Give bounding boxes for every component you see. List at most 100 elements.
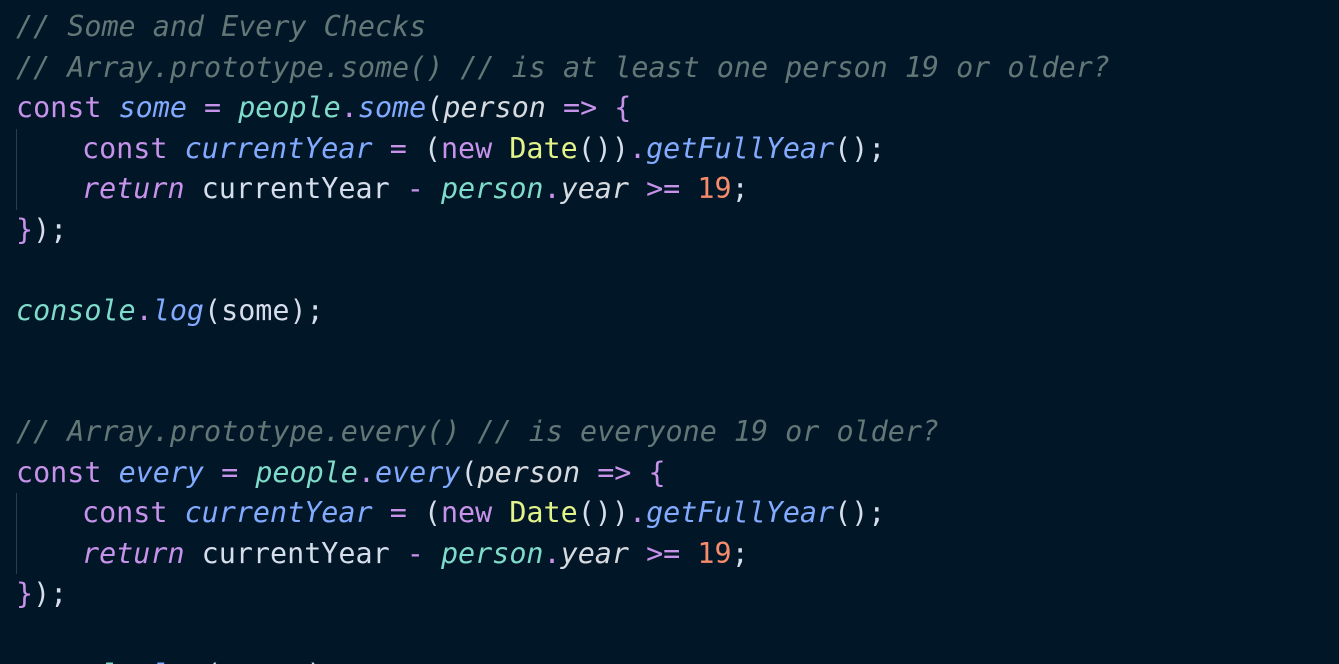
code-token: // Array.prototype.every() // is everyon… (16, 415, 940, 448)
code-token: = (221, 455, 239, 489)
code-token: (); (834, 496, 886, 529)
code-token: => (597, 455, 632, 489)
code-token: const (82, 496, 168, 529)
code-token: every (118, 455, 205, 489)
code-token: person (440, 536, 544, 570)
code-token: . (357, 455, 375, 489)
code-token: ); (289, 293, 324, 327)
code-token: currentYear (201, 536, 390, 570)
code-token: = (389, 131, 407, 165)
code-token: Date (509, 496, 578, 529)
code-line[interactable]: ​ (0, 615, 1339, 656)
indent-guide (16, 493, 82, 534)
code-line[interactable]: // Array.prototype.every() // is everyon… (0, 412, 1339, 453)
code-token: ( (426, 91, 444, 124)
code-token: return (82, 536, 185, 570)
code-token: - (406, 536, 424, 570)
code-line[interactable]: console.log(some); (0, 291, 1339, 332)
code-token: { (648, 455, 666, 489)
code-token: ( (204, 293, 222, 327)
code-token: // Array.prototype.some() // is at least… (16, 50, 1110, 84)
code-token: (); (834, 131, 886, 165)
code-line[interactable]: const some = people.some(person => { (0, 88, 1339, 129)
code-token: . (543, 536, 561, 570)
code-line[interactable]: return currentYear - person.year >= 19; (0, 169, 1339, 210)
code-token: - (406, 172, 424, 205)
code-token: ); (33, 212, 68, 246)
code-token: person (477, 455, 581, 489)
code-line[interactable]: const currentYear = (new Date()).getFull… (0, 128, 1339, 170)
code-token: 19 (697, 536, 732, 570)
code-token: >= (646, 536, 681, 570)
code-token: people (255, 455, 358, 489)
code-token: } (16, 212, 34, 246)
code-token: person (440, 172, 544, 205)
code-token: new (440, 496, 493, 529)
code-token: console (16, 293, 136, 327)
code-token: every (221, 658, 306, 664)
code-token: const (16, 91, 102, 124)
code-line[interactable]: const every = people.every(person => { (0, 453, 1339, 494)
code-token: ); (33, 577, 68, 610)
code-line[interactable]: console.log(every); (0, 655, 1339, 664)
indent-guide (16, 533, 82, 575)
code-token: log (153, 658, 204, 664)
code-editor[interactable]: // Some and Every Checks // Array.prototy… (0, 0, 1339, 664)
code-token: some (221, 293, 290, 327)
code-token: ( (423, 496, 441, 529)
code-line[interactable]: ​ (0, 250, 1339, 291)
code-token: . (629, 131, 647, 165)
code-token: { (614, 91, 632, 124)
code-token: . (135, 293, 153, 327)
code-token: const (82, 131, 168, 165)
code-line[interactable]: }); (0, 574, 1339, 615)
code-token: ; (731, 172, 749, 205)
code-line[interactable]: // Some and Every Checks (0, 7, 1339, 48)
code-token: people (238, 91, 341, 124)
code-token: log (152, 293, 205, 327)
code-token: console (16, 658, 136, 664)
code-token: . (340, 91, 358, 124)
code-token: ( (460, 455, 478, 489)
code-token: const (16, 455, 102, 489)
code-token: } (16, 577, 34, 610)
code-token: . (136, 658, 153, 664)
code-line[interactable]: const currentYear = (new Date()).getFull… (0, 493, 1339, 534)
code-token: // Some and Every Checks (16, 10, 427, 43)
code-line[interactable]: ​ (0, 372, 1339, 413)
code-line[interactable]: // Array.prototype.some() // is at least… (0, 48, 1339, 89)
code-line[interactable]: ​ (0, 331, 1339, 372)
code-token: getFullYear (646, 496, 835, 529)
code-token: person (443, 91, 546, 124)
code-line[interactable]: }); (0, 210, 1339, 251)
code-token: . (629, 496, 647, 529)
code-token: some (357, 91, 427, 124)
code-token: currentYear (184, 496, 373, 529)
code-token: . (543, 172, 561, 205)
code-token: ); (307, 658, 341, 664)
code-token: some (118, 91, 187, 124)
indent-guide (16, 128, 82, 170)
code-token: >= (646, 172, 681, 205)
code-line[interactable]: return currentYear - person.year >= 19; (0, 533, 1339, 575)
